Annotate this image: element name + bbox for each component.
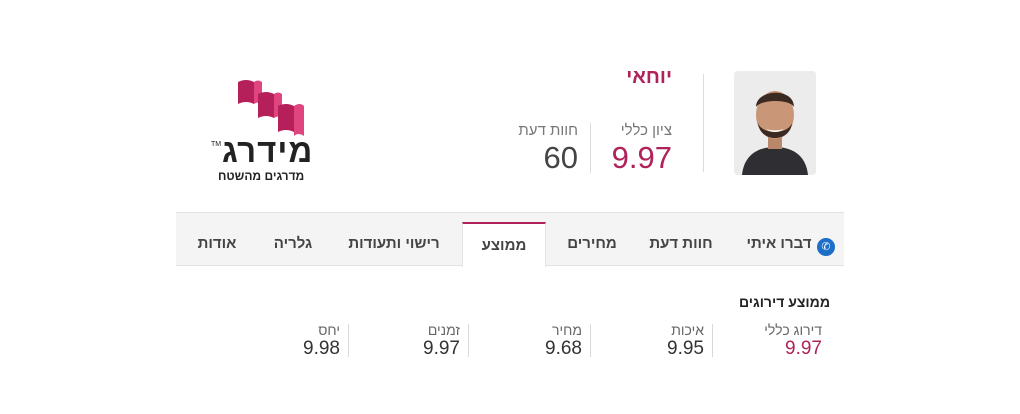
rating-label: דירוג כללי [764, 322, 822, 338]
rating-value: 9.97 [785, 338, 822, 359]
rating-divider [590, 324, 591, 357]
rating-label: יחס [318, 322, 340, 338]
rating-divider [712, 324, 713, 357]
rating-label: מחיר [552, 322, 582, 338]
rating-value: 9.98 [303, 338, 340, 359]
overall-score-label: ציון כללי [620, 122, 672, 139]
tab-prices[interactable]: מחירים [552, 222, 632, 266]
tab-gallery[interactable]: גלריה [258, 222, 328, 266]
tab-reviews[interactable]: חוות דעת [638, 222, 724, 266]
tab-about[interactable]: אודות [186, 222, 248, 266]
rating-divider [468, 324, 469, 357]
logo-tagline: מדרגים מהשטח [218, 169, 305, 183]
rating-value: 9.68 [545, 338, 582, 359]
profile-divider [703, 74, 704, 172]
rating-quality: איכות 9.95 [590, 322, 712, 359]
logo-trademark: TM [211, 141, 222, 148]
rating-price: מחיר 9.68 [468, 322, 590, 359]
rating-label: איכות [671, 322, 704, 338]
reviews-label: חוות דעת [518, 122, 578, 139]
rating-attitude: יחס 9.98 [230, 322, 348, 359]
tab-average[interactable]: ממוצע [462, 222, 546, 267]
logo-brand-name: מידרג [222, 132, 314, 169]
rating-value: 9.95 [667, 338, 704, 359]
rating-overall: דירוג כללי 9.97 [712, 322, 830, 359]
ratings-title: ממוצע דירוגים [738, 294, 830, 310]
tab-contact[interactable]: דברו איתי [742, 222, 816, 266]
rating-divider [348, 324, 349, 357]
avatar [734, 71, 816, 175]
reviews-count: 60 [543, 140, 578, 175]
person-avatar-image [734, 71, 816, 175]
rating-timing: זמנים 9.97 [348, 322, 468, 359]
tab-licenses[interactable]: רישוי ותעודות [338, 222, 450, 266]
phone-icon[interactable]: ✆ [817, 238, 835, 256]
overall-score-value: 9.97 [611, 140, 672, 175]
business-name: יוחאי [626, 66, 672, 88]
stats-divider [590, 123, 591, 173]
rating-label: זמנים [427, 322, 460, 338]
rating-value: 9.97 [423, 338, 460, 359]
